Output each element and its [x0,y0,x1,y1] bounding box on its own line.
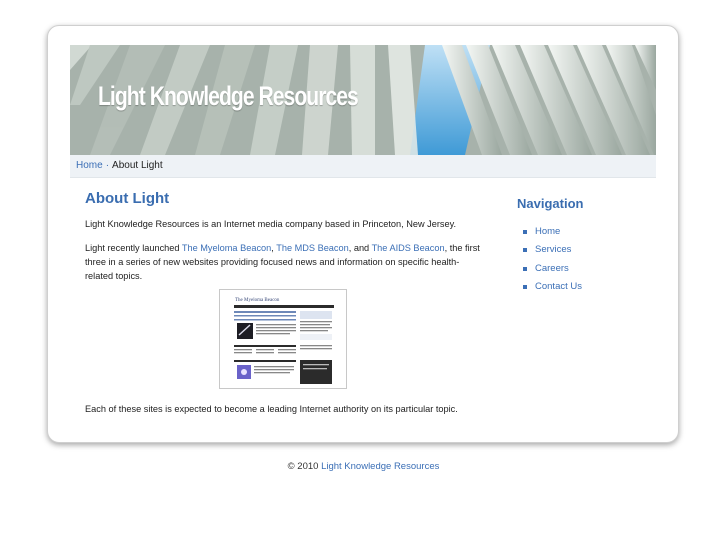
nav-item-services: Services [517,241,657,259]
page-title: About Light [85,190,170,207]
launch-and-text: , and [348,243,372,253]
breadcrumb-home-link[interactable]: Home [76,160,103,171]
bullet-icon [523,266,527,271]
intro-paragraph: Light Knowledge Resources is an Internet… [85,217,480,231]
nav-link-services[interactable]: Services [535,244,571,255]
closing-paragraph: Each of these sites is expected to becom… [85,404,458,414]
website-screenshot-thumbnail[interactable]: The Myeloma Beacon [219,289,347,389]
sidebar-navigation: Navigation Home Services Careers Contact… [517,196,657,296]
launch-paragraph: Light recently launched The Myeloma Beac… [85,241,480,283]
breadcrumb: Home · About Light [70,155,656,178]
main-content: About Light Light Knowledge Resources is… [85,190,480,293]
nav-item-careers: Careers [517,260,657,278]
mds-beacon-link[interactable]: The MDS Beacon [276,243,349,253]
nav-item-home: Home [517,223,657,241]
footer: © 2010 Light Knowledge Resources [0,461,727,472]
nav-link-careers[interactable]: Careers [535,263,569,274]
intro-text: Light Knowledge Resources is an Internet… [85,219,457,229]
launch-prefix-text: Light recently launched [85,243,182,253]
thumbnail-graphic: The Myeloma Beacon [220,290,346,388]
thumbnail-site-title: The Myeloma Beacon [235,298,280,303]
nav-link-home[interactable]: Home [535,226,560,237]
copyright-text: © 2010 [287,461,322,472]
nav-item-contact: Contact Us [517,278,657,296]
breadcrumb-current: About Light [112,160,163,171]
myeloma-beacon-link[interactable]: The Myeloma Beacon [182,243,271,253]
bullet-icon [523,284,527,289]
bullet-icon [523,248,527,253]
footer-company-link[interactable]: Light Knowledge Resources [321,461,439,472]
site-title: Light Knowledge Resources [98,81,359,111]
bullet-icon [523,230,527,234]
nav-link-contact[interactable]: Contact Us [535,281,582,292]
header-banner: Light Knowledge Resources [70,45,656,155]
nav-heading: Navigation [517,196,584,211]
breadcrumb-separator: · [105,160,110,171]
nav-list: Home Services Careers Contact Us [517,223,657,296]
aids-beacon-link[interactable]: The AIDS Beacon [372,243,445,253]
